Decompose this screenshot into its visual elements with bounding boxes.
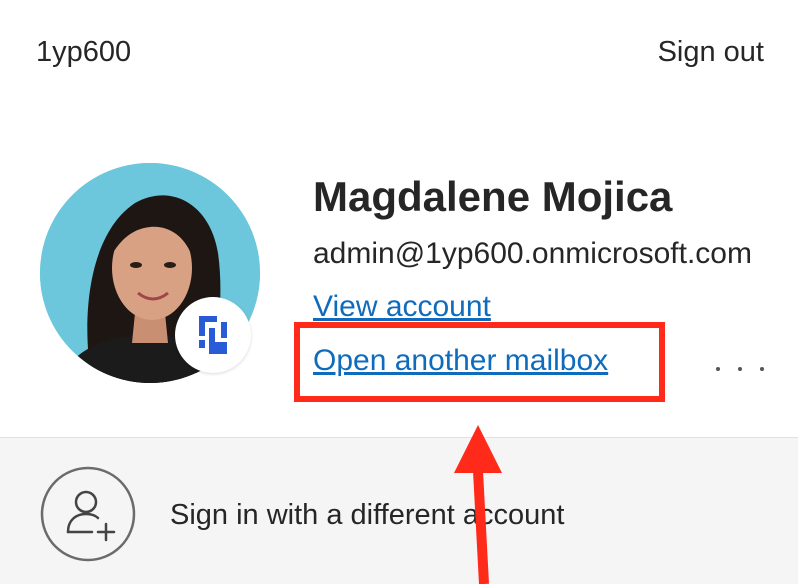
sign-in-different-account-label: Sign in with a different account bbox=[170, 499, 565, 531]
view-account-link[interactable]: View account bbox=[313, 287, 491, 327]
account-manager-panel: 1yp600 Sign out Magdalene Mojica admin@1… bbox=[0, 0, 798, 584]
user-email: admin@1yp600.onmicrosoft.com bbox=[313, 237, 752, 270]
account-card: Magdalene Mojica admin@1yp600.onmicrosof… bbox=[0, 110, 798, 438]
org-logo-icon bbox=[175, 297, 251, 373]
account-header: 1yp600 Sign out bbox=[0, 0, 798, 110]
person-add-icon bbox=[40, 466, 136, 562]
user-display-name: Magdalene Mojica bbox=[313, 173, 673, 220]
more-options-button[interactable] bbox=[716, 354, 764, 384]
sign-in-different-account-button[interactable]: Sign in with a different account bbox=[0, 438, 798, 584]
tenant-name: 1yp600 bbox=[36, 36, 132, 68]
ellipsis-icon bbox=[716, 367, 720, 371]
sign-out-button[interactable]: Sign out bbox=[658, 33, 764, 71]
open-another-mailbox-link[interactable]: Open another mailbox bbox=[313, 341, 608, 381]
